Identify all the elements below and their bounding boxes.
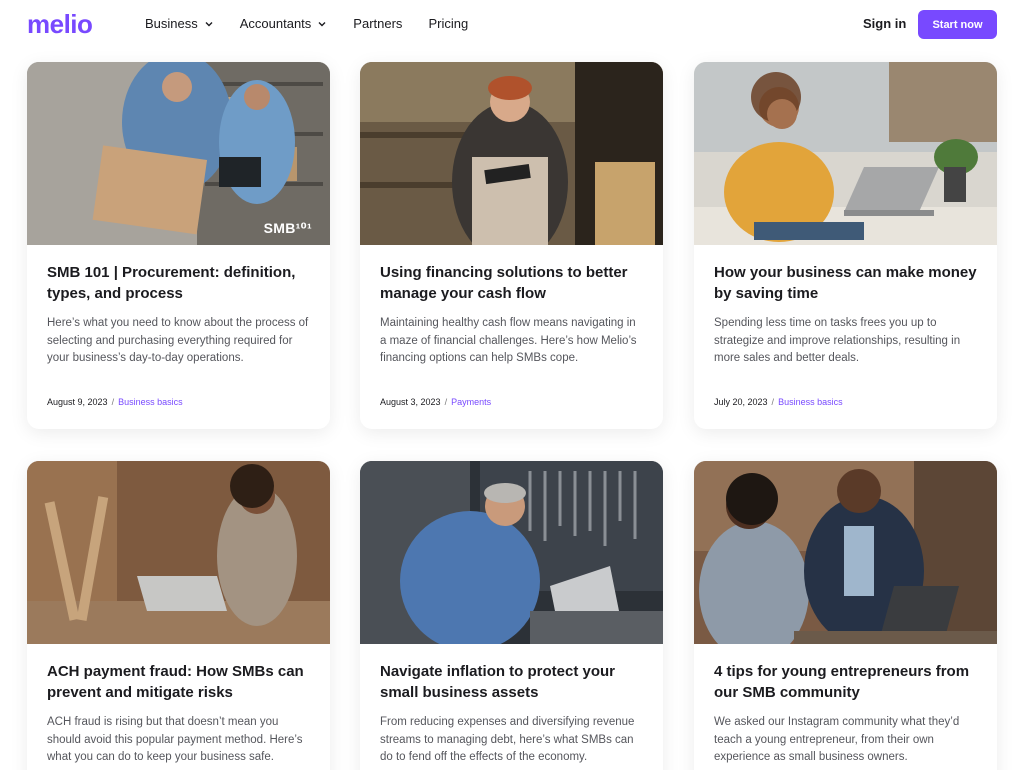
article-description: Spending less time on tasks frees you up… bbox=[714, 317, 961, 364]
article-title[interactable]: How your business can make money by savi… bbox=[714, 262, 977, 304]
article-card[interactable]: ACH payment fraud: How SMBs can prevent … bbox=[27, 461, 330, 770]
article-category-link[interactable]: Business basics bbox=[118, 397, 183, 407]
article-title[interactable]: SMB 101 | Procurement: definition, types… bbox=[47, 262, 310, 304]
article-description: Here’s what you need to know about the p… bbox=[47, 317, 309, 364]
article-description: ACH fraud is rising but that doesn’t mea… bbox=[47, 716, 303, 763]
article-title[interactable]: 4 tips for young entrepreneurs from our … bbox=[714, 661, 977, 703]
article-card[interactable]: 4 tips for young entrepreneurs from our … bbox=[694, 461, 997, 770]
meta-separator: / bbox=[111, 397, 115, 407]
article-title[interactable]: Navigate inflation to protect your small… bbox=[380, 661, 643, 703]
article-image-entrepreneurs[interactable] bbox=[694, 461, 997, 644]
nav-item-label: Business bbox=[145, 16, 198, 31]
article-description: We asked our Instagram community what th… bbox=[714, 716, 960, 763]
meta-separator: / bbox=[771, 397, 775, 407]
site-header: melio Business Accountants Partners Pric… bbox=[0, 0, 1024, 50]
article-image-shop-owner[interactable] bbox=[360, 62, 663, 245]
nav-item-pricing[interactable]: Pricing bbox=[428, 16, 468, 31]
article-category-link[interactable]: Business basics bbox=[778, 397, 843, 407]
nav-item-label: Pricing bbox=[428, 16, 469, 31]
article-title[interactable]: Using financing solutions to better mana… bbox=[380, 262, 643, 304]
nav-item-partners[interactable]: Partners bbox=[353, 16, 402, 31]
article-description: Maintaining healthy cash flow means navi… bbox=[380, 317, 637, 364]
article-card[interactable]: SMB¹⁰¹ SMB 101 | Procurement: definition… bbox=[27, 62, 330, 429]
article-title[interactable]: ACH payment fraud: How SMBs can prevent … bbox=[47, 661, 310, 703]
article-description: From reducing expenses and diversifying … bbox=[380, 716, 635, 763]
article-date: August 3, 2023 bbox=[380, 397, 441, 407]
article-meta: July 20, 2023/Business basics bbox=[714, 397, 843, 407]
nav-item-label: Partners bbox=[353, 16, 403, 31]
nav-item-accountants[interactable]: Accountants bbox=[240, 16, 328, 31]
smb-101-logo: SMB¹⁰¹ bbox=[263, 220, 312, 236]
melio-logo[interactable]: melio bbox=[27, 9, 93, 40]
chevron-down-icon bbox=[205, 21, 213, 26]
article-image-warehouse[interactable]: SMB¹⁰¹ bbox=[27, 62, 330, 245]
article-meta: August 3, 2023/Payments bbox=[380, 397, 491, 407]
article-date: July 20, 2023 bbox=[714, 397, 768, 407]
nav-item-business[interactable]: Business bbox=[145, 16, 214, 31]
nav-item-label: Accountants bbox=[239, 16, 312, 31]
article-date: August 9, 2023 bbox=[47, 397, 108, 407]
article-image-mechanic[interactable] bbox=[360, 461, 663, 644]
article-card[interactable]: How your business can make money by savi… bbox=[694, 62, 997, 429]
chevron-down-icon bbox=[318, 21, 326, 26]
start-now-button[interactable]: Start now bbox=[918, 10, 997, 39]
article-category-link[interactable]: Payments bbox=[451, 397, 491, 407]
meta-separator: / bbox=[444, 397, 448, 407]
article-image-workshop[interactable] bbox=[27, 461, 330, 644]
article-card[interactable]: Navigate inflation to protect your small… bbox=[360, 461, 663, 770]
article-card[interactable]: Using financing solutions to better mana… bbox=[360, 62, 663, 429]
main-nav: Business Accountants Partners Pricing bbox=[145, 16, 494, 31]
article-meta: August 9, 2023/Business basics bbox=[47, 397, 183, 407]
article-image-laptop-woman[interactable] bbox=[694, 62, 997, 245]
sign-in-link[interactable]: Sign in bbox=[863, 16, 906, 31]
